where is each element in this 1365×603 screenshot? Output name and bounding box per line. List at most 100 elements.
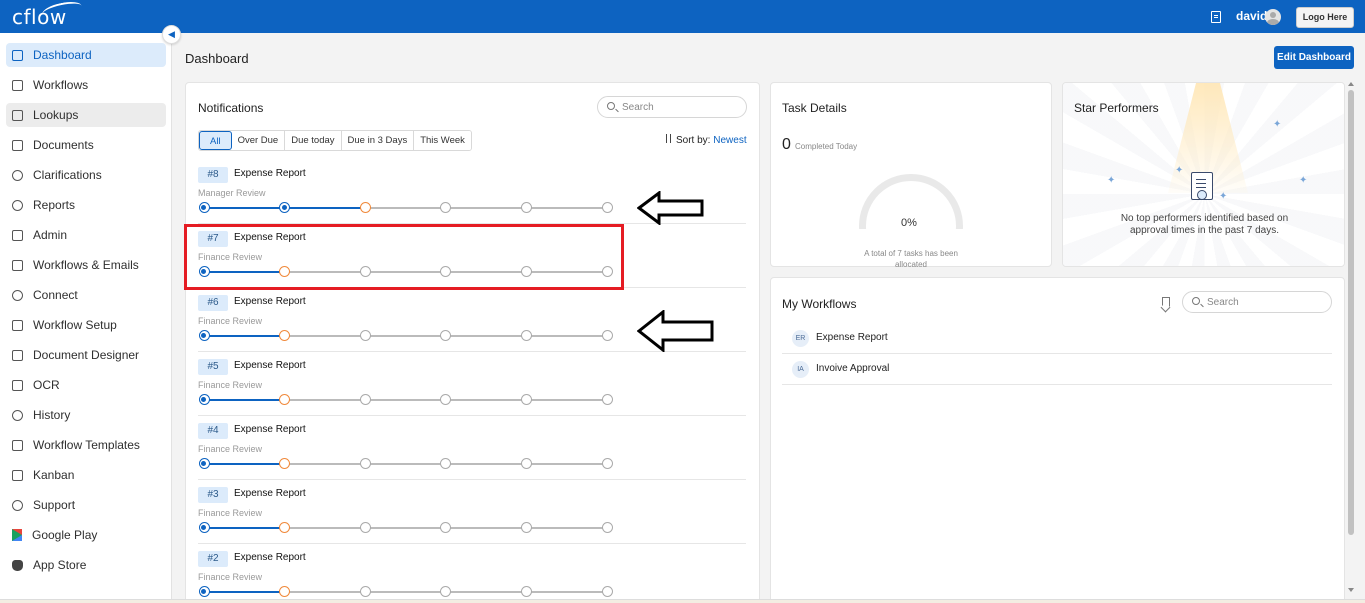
request-id-badge[interactable]: #5 bbox=[198, 359, 228, 375]
notification-row[interactable]: #4 Expense Report Finance Review bbox=[186, 416, 759, 480]
collapse-sidebar-button[interactable]: ◀ bbox=[162, 25, 181, 44]
scroll-up-arrow[interactable] bbox=[1348, 82, 1354, 86]
sidebar-item-ocr[interactable]: OCR bbox=[6, 373, 166, 397]
workflow-item[interactable]: IA Invoive Approval bbox=[782, 354, 1332, 385]
sidebar-item-admin[interactable]: Admin bbox=[6, 223, 166, 247]
request-id-badge[interactable]: #4 bbox=[198, 423, 228, 439]
workflow-name[interactable]: Invoive Approval bbox=[816, 363, 889, 374]
search-icon bbox=[607, 102, 615, 110]
request-title[interactable]: Expense Report bbox=[234, 360, 306, 371]
request-title[interactable]: Expense Report bbox=[234, 424, 306, 435]
progress-step[interactable] bbox=[520, 394, 532, 405]
sidebar-item-documents[interactable]: Documents bbox=[6, 133, 166, 157]
progress-step[interactable] bbox=[359, 586, 371, 597]
workflows-search-input[interactable] bbox=[1207, 295, 1317, 309]
progress-step[interactable] bbox=[440, 330, 452, 341]
sidebar-item-document-designer[interactable]: Document Designer bbox=[6, 343, 166, 367]
filter-this-week[interactable]: This Week bbox=[414, 131, 471, 150]
workflow-item[interactable]: ER Expense Report bbox=[782, 323, 1332, 354]
progress-step[interactable] bbox=[440, 522, 452, 533]
cflow-logo[interactable]: cflow bbox=[12, 0, 84, 29]
sidebar-item-history[interactable]: History bbox=[6, 403, 166, 427]
progress-step[interactable] bbox=[359, 522, 371, 533]
progress-step[interactable] bbox=[359, 330, 371, 341]
request-id-badge[interactable]: #6 bbox=[198, 295, 228, 311]
request-id-badge[interactable]: #2 bbox=[198, 551, 228, 567]
user-name[interactable]: david bbox=[1236, 9, 1267, 23]
progress-step[interactable] bbox=[601, 330, 613, 341]
progress-step[interactable] bbox=[279, 522, 291, 533]
progress-fill bbox=[204, 399, 285, 401]
edit-dashboard-button[interactable]: Edit Dashboard bbox=[1274, 46, 1354, 69]
progress-step[interactable] bbox=[520, 202, 532, 213]
workflow-name[interactable]: Expense Report bbox=[816, 332, 888, 343]
sidebar-item-lookups[interactable]: Lookups bbox=[6, 103, 166, 127]
bookmark-icon[interactable] bbox=[1162, 297, 1170, 307]
request-id-badge[interactable]: #3 bbox=[198, 487, 228, 503]
progress-step[interactable] bbox=[440, 394, 452, 405]
filter-due-today[interactable]: Due today bbox=[285, 131, 342, 150]
progress-step[interactable] bbox=[520, 458, 532, 469]
workflows-search[interactable] bbox=[1182, 291, 1332, 313]
progress-step[interactable] bbox=[279, 458, 291, 469]
progress-step[interactable] bbox=[279, 394, 291, 405]
notifications-search[interactable] bbox=[597, 96, 747, 118]
sidebar-item-reports[interactable]: Reports bbox=[6, 193, 166, 217]
sidebar-item-google-play[interactable]: Google Play bbox=[6, 523, 166, 547]
progress-step[interactable] bbox=[520, 522, 532, 533]
notifications-search-input[interactable] bbox=[622, 100, 732, 114]
progress-step[interactable] bbox=[359, 202, 371, 213]
progress-step[interactable] bbox=[279, 202, 291, 213]
progress-step[interactable] bbox=[198, 458, 210, 469]
progress-step[interactable] bbox=[359, 458, 371, 469]
avatar[interactable] bbox=[1265, 9, 1281, 25]
progress-step[interactable] bbox=[601, 202, 613, 213]
sort-control[interactable]: Sort by: Newest bbox=[664, 134, 747, 146]
sidebar-item-kanban[interactable]: Kanban bbox=[6, 463, 166, 487]
progress-step[interactable] bbox=[198, 330, 210, 341]
request-title[interactable]: Expense Report bbox=[234, 168, 306, 179]
progress-step[interactable] bbox=[198, 586, 210, 597]
progress-step[interactable] bbox=[601, 458, 613, 469]
sidebar-item-workflow-templates[interactable]: Workflow Templates bbox=[6, 433, 166, 457]
notification-row[interactable]: #5 Expense Report Finance Review bbox=[186, 352, 759, 416]
progress-step[interactable] bbox=[440, 202, 452, 213]
progress-step[interactable] bbox=[440, 458, 452, 469]
progress-step[interactable] bbox=[279, 330, 291, 341]
scroll-down-arrow[interactable] bbox=[1348, 588, 1354, 592]
sort-value[interactable]: Newest bbox=[713, 135, 746, 146]
progress-step[interactable] bbox=[440, 586, 452, 597]
progress-step[interactable] bbox=[198, 202, 210, 213]
request-id-badge[interactable]: #8 bbox=[198, 167, 228, 183]
filter-all[interactable]: All bbox=[199, 131, 232, 150]
request-title[interactable]: Expense Report bbox=[234, 488, 306, 499]
filter-over-due[interactable]: Over Due bbox=[231, 131, 286, 150]
progress-step[interactable] bbox=[279, 586, 291, 597]
sidebar-item-dashboard[interactable]: Dashboard bbox=[6, 43, 166, 67]
progress-step[interactable] bbox=[198, 394, 210, 405]
progress-step[interactable] bbox=[359, 394, 371, 405]
page-scrollbar[interactable] bbox=[1347, 82, 1356, 596]
sidebar-item-support[interactable]: Support bbox=[6, 493, 166, 517]
sidebar-item-clarifications[interactable]: Clarifications bbox=[6, 163, 166, 187]
progress-step[interactable] bbox=[601, 394, 613, 405]
logo-here-button[interactable]: Logo Here bbox=[1296, 7, 1354, 28]
progress-step[interactable] bbox=[601, 522, 613, 533]
request-title[interactable]: Expense Report bbox=[234, 296, 306, 307]
notification-row[interactable]: #2 Expense Report Finance Review bbox=[186, 544, 759, 602]
sidebar-item-workflow-setup[interactable]: Workflow Setup bbox=[6, 313, 166, 337]
progress-step[interactable] bbox=[520, 330, 532, 341]
progress-step[interactable] bbox=[601, 586, 613, 597]
scroll-thumb[interactable] bbox=[1348, 90, 1354, 535]
sidebar-item-connect[interactable]: Connect bbox=[6, 283, 166, 307]
sidebar-item-workflows-emails[interactable]: Workflows & Emails bbox=[6, 253, 166, 277]
sidebar-item-workflows[interactable]: Workflows bbox=[6, 73, 166, 97]
filter-due-in-3-days[interactable]: Due in 3 Days bbox=[341, 131, 415, 150]
sidebar-item-app-store[interactable]: App Store bbox=[6, 553, 166, 577]
document-icon[interactable] bbox=[1211, 11, 1221, 23]
request-title[interactable]: Expense Report bbox=[234, 552, 306, 563]
notification-row[interactable]: #3 Expense Report Finance Review bbox=[186, 480, 759, 544]
progress-step[interactable] bbox=[198, 522, 210, 533]
progress-fill bbox=[204, 463, 285, 465]
progress-step[interactable] bbox=[520, 586, 532, 597]
